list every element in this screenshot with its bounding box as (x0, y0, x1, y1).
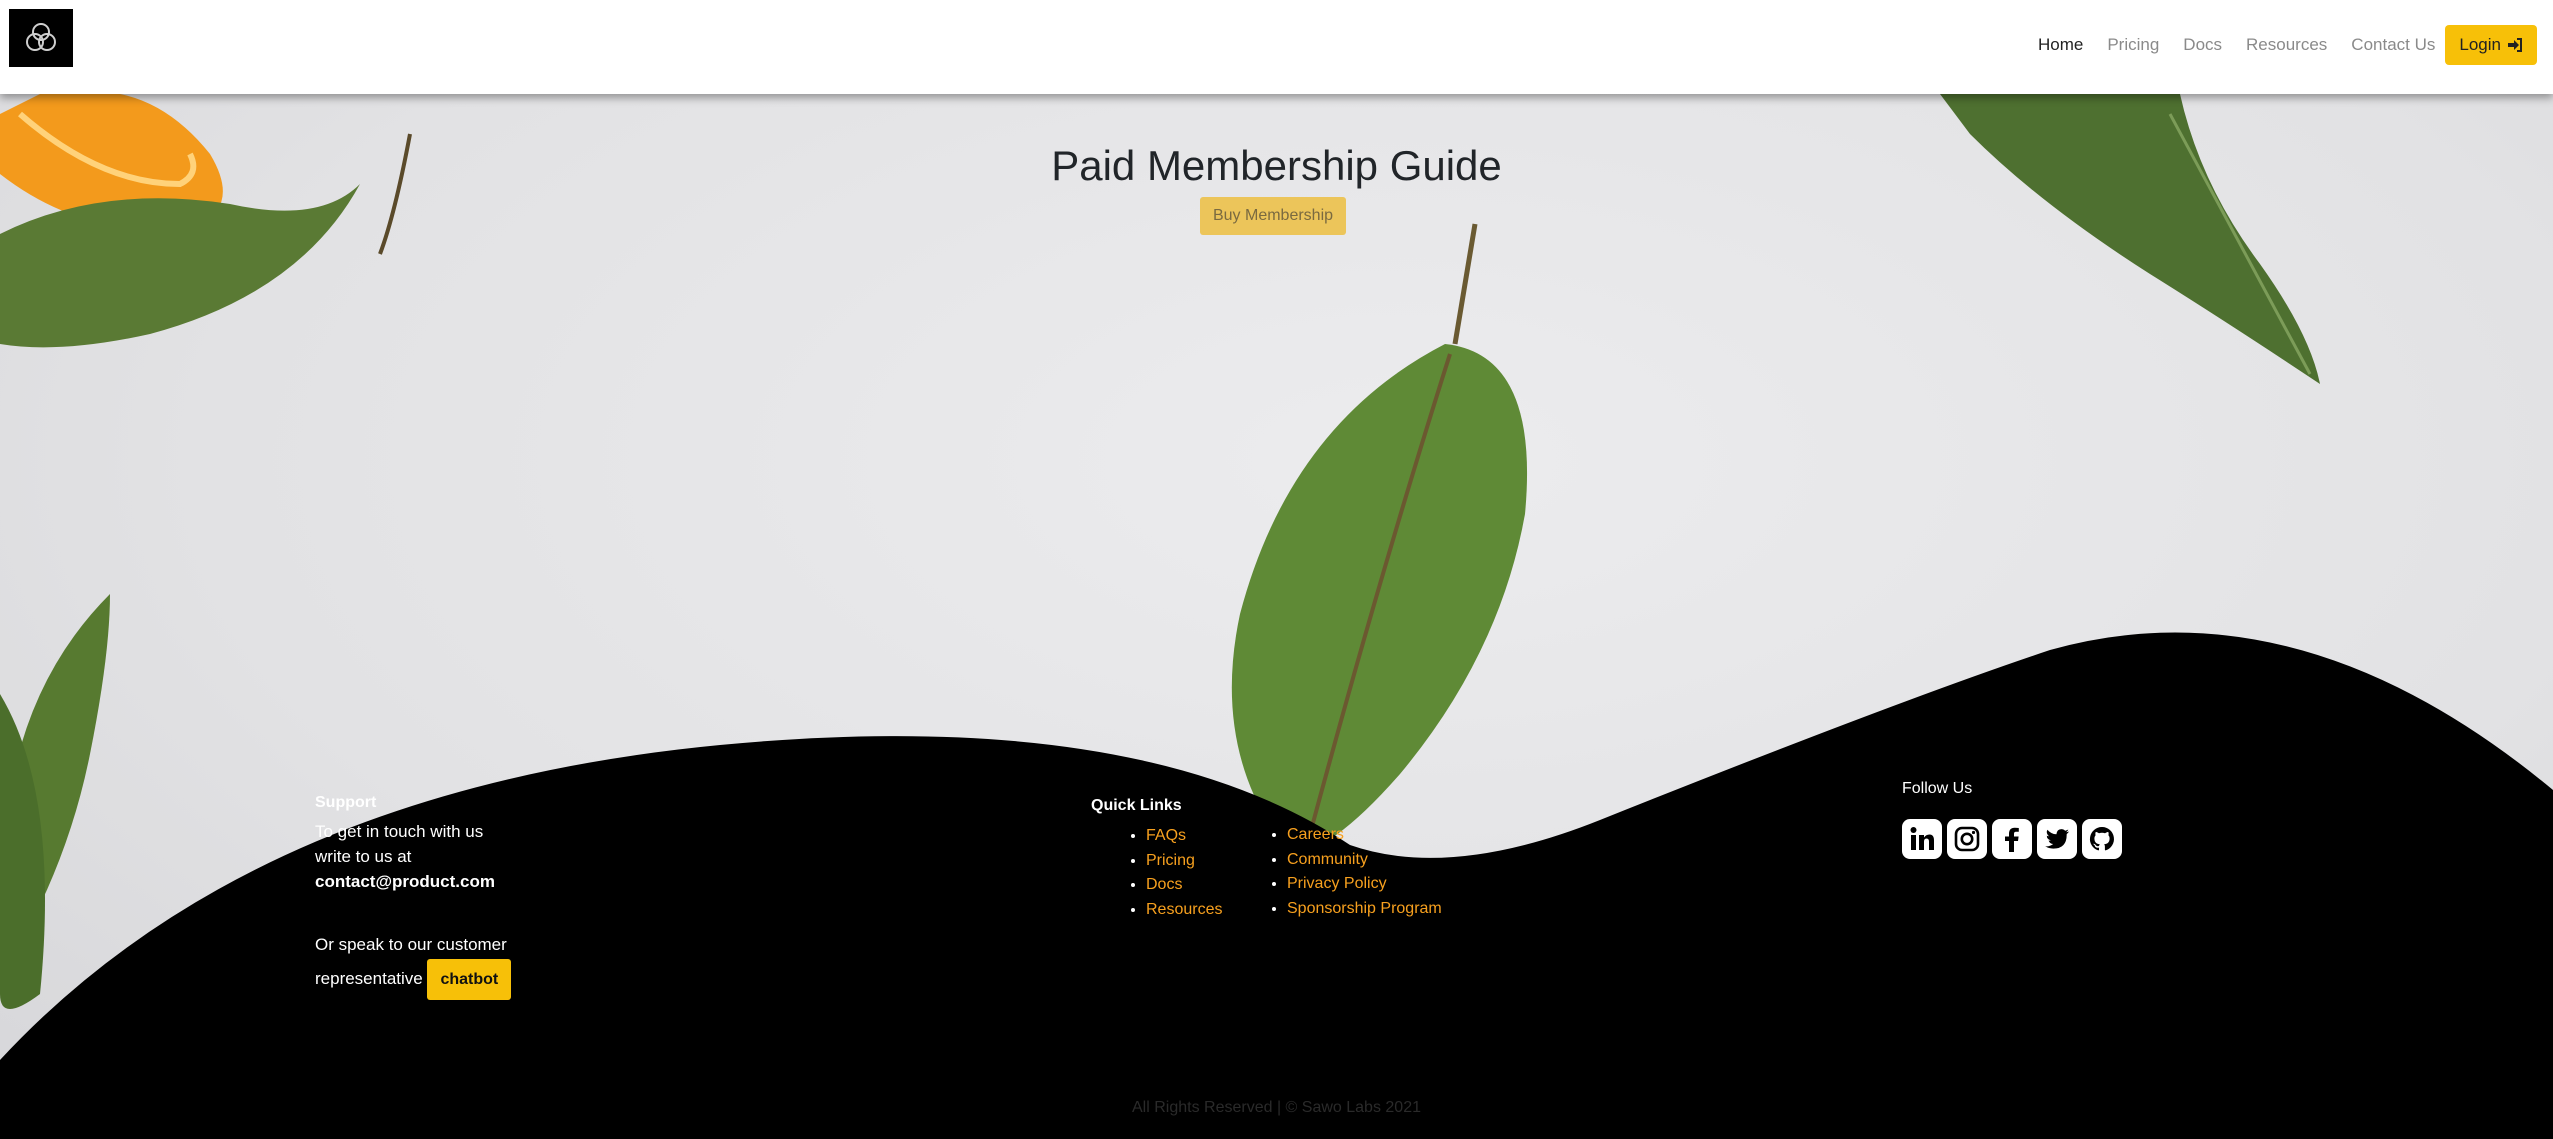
footer-link-faqs[interactable]: FAQs (1146, 827, 1186, 844)
nav-pricing[interactable]: Pricing (2107, 35, 2159, 55)
list-item: Resources (1146, 898, 1222, 923)
logo-icon[interactable] (9, 9, 73, 67)
footer-link-careers[interactable]: Careers (1287, 826, 1344, 843)
nav-links: Home Pricing Docs Resources Contact Us L… (2014, 0, 2537, 90)
nav-home[interactable]: Home (2038, 35, 2083, 55)
login-label: Login (2459, 35, 2501, 54)
footer-link-privacy-policy[interactable]: Privacy Policy (1287, 875, 1387, 892)
footer-link-sponsorship-program[interactable]: Sponsorship Program (1287, 900, 1442, 917)
list-item: Sponsorship Program (1287, 897, 1442, 922)
support-email[interactable]: contact@product.com (315, 869, 575, 894)
list-item: FAQs (1146, 824, 1222, 849)
support-text-4: representative (315, 968, 423, 988)
list-item: Pricing (1146, 849, 1222, 874)
follow-us-heading: Follow Us (1902, 780, 1973, 797)
list-item: Community (1287, 848, 1442, 873)
github-icon[interactable] (2082, 819, 2122, 859)
quick-links-heading: Quick Links (1091, 797, 1182, 814)
list-item: Docs (1146, 873, 1222, 898)
footer-link-resources[interactable]: Resources (1146, 901, 1222, 918)
list-item: Privacy Policy (1287, 872, 1442, 897)
social-icons (1902, 819, 2122, 859)
nav-contact-us[interactable]: Contact Us (2351, 35, 2435, 55)
support-text-1: To get in touch with us (315, 822, 484, 841)
footer-link-community[interactable]: Community (1287, 851, 1368, 868)
login-button[interactable]: Login (2445, 25, 2537, 65)
footer-link-docs[interactable]: Docs (1146, 876, 1182, 893)
support-text-3: Or speak to our customer (315, 935, 507, 954)
sign-in-icon (2508, 38, 2522, 52)
support-heading: Support (315, 794, 377, 811)
linkedin-icon[interactable] (1902, 819, 1942, 859)
nav-resources[interactable]: Resources (2246, 35, 2327, 55)
support-text-2: write to us at (315, 847, 412, 866)
support-section: Support To get in touch with us write to… (315, 790, 575, 1000)
quick-links-list-2: Careers Community Privacy Policy Sponsor… (1263, 823, 1442, 921)
copyright-text: All Rights Reserved | © Sawo Labs 2021 (1132, 1099, 1421, 1116)
footer-link-pricing[interactable]: Pricing (1146, 852, 1195, 869)
instagram-icon[interactable] (1947, 819, 1987, 859)
quick-links-list-1: FAQs Pricing Docs Resources (1122, 824, 1222, 922)
navbar: Home Pricing Docs Resources Contact Us L… (0, 0, 2553, 94)
list-item: Careers (1287, 823, 1442, 848)
chatbot-button[interactable]: chatbot (427, 959, 512, 1000)
facebook-icon[interactable] (1992, 819, 2032, 859)
nav-docs[interactable]: Docs (2183, 35, 2222, 55)
twitter-icon[interactable] (2037, 819, 2077, 859)
